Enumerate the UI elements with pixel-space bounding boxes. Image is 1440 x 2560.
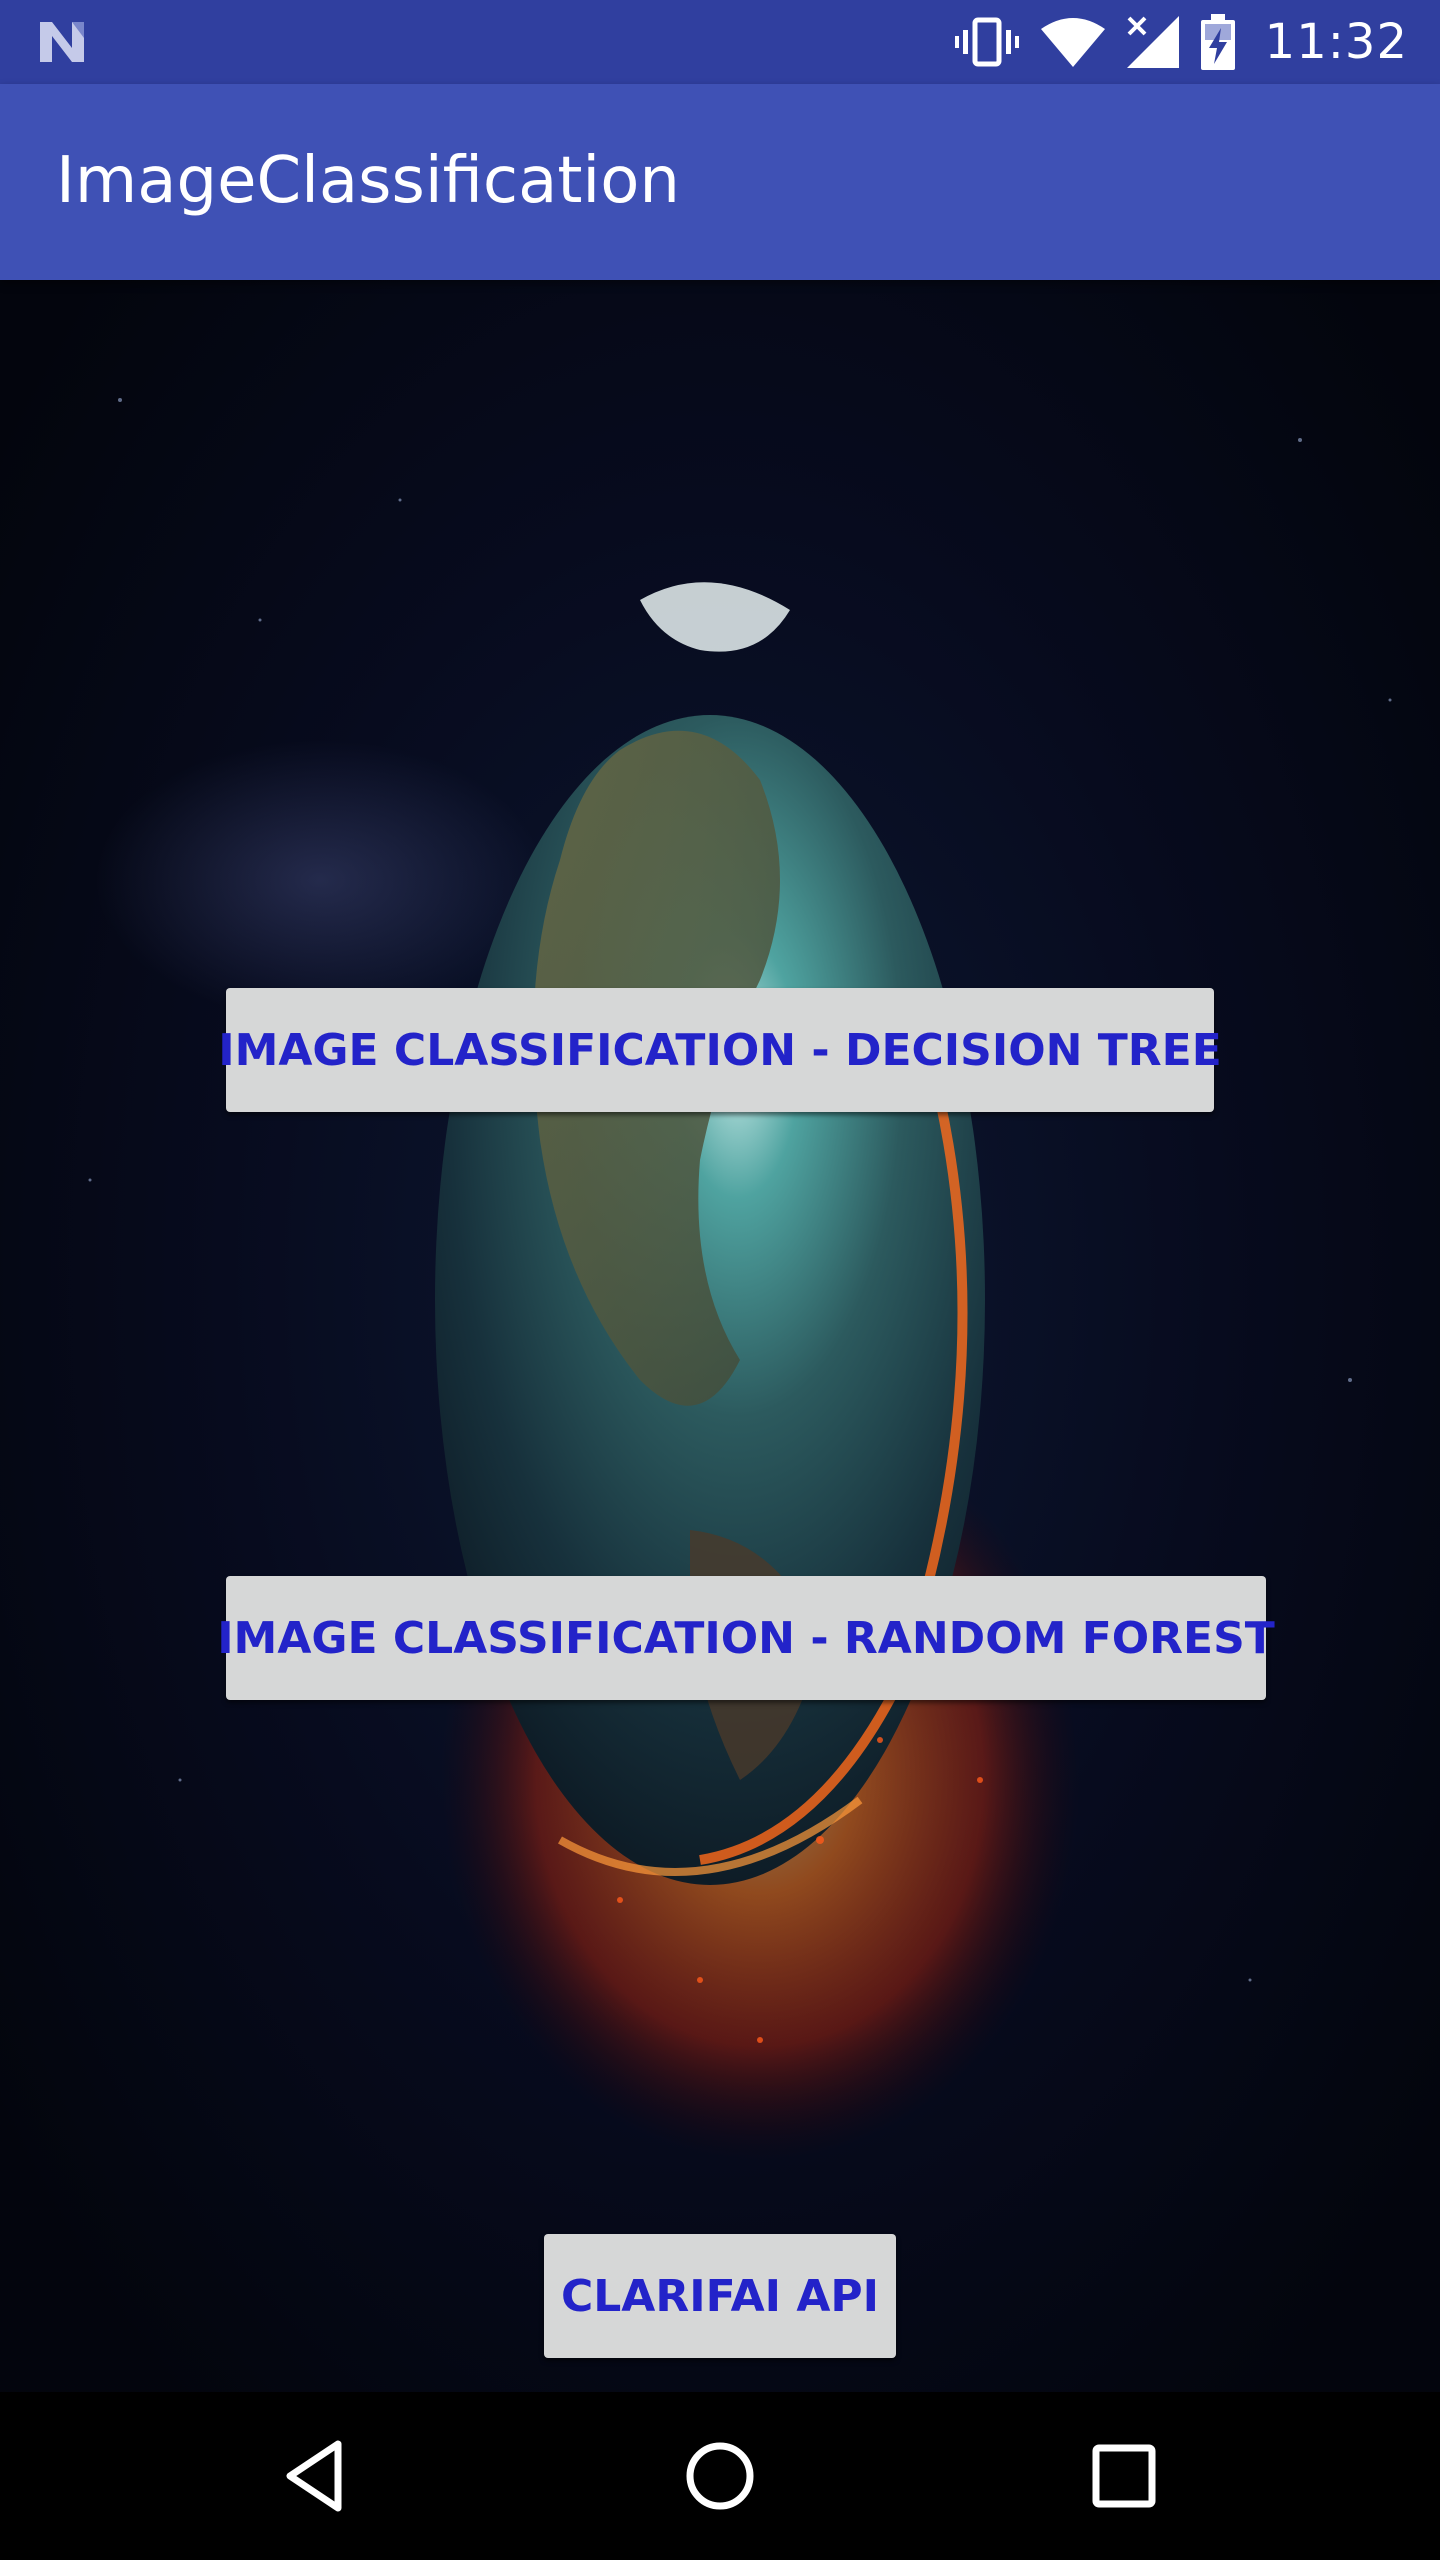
earth-globe-image xyxy=(88,398,1392,2160)
app-title: ImageClassification xyxy=(56,144,680,218)
status-bar: 11:32 xyxy=(0,0,1440,84)
random-forest-button[interactable]: IMAGE CLASSIFICATION - RANDOM FOREST xyxy=(217,1576,1275,1700)
clarifai-api-button[interactable]: CLARIFAI API xyxy=(544,2234,896,2358)
background-image: IMAGE CLASSIFICATION - DECISION TREE IMA… xyxy=(0,280,1440,2392)
wifi-icon xyxy=(1040,18,1105,67)
clock: 11:32 xyxy=(1264,14,1408,70)
vibrate-icon xyxy=(954,17,1019,67)
app-bar: ImageClassification xyxy=(0,84,1440,280)
screen: 11:32 ImageClassification IMAGE CLASSIFI… xyxy=(0,0,1440,2560)
home-icon[interactable] xyxy=(672,2428,768,2524)
recents-icon[interactable] xyxy=(1076,2428,1172,2524)
back-icon[interactable] xyxy=(268,2428,364,2524)
battery-charging-icon xyxy=(1200,14,1235,70)
navigation-bar xyxy=(0,2392,1440,2560)
cell-signal-icon xyxy=(1126,16,1179,68)
status-icons: 11:32 xyxy=(954,0,1408,84)
n-logo-icon xyxy=(40,22,84,62)
decision-tree-button[interactable]: IMAGE CLASSIFICATION - DECISION TREE xyxy=(218,988,1222,1112)
